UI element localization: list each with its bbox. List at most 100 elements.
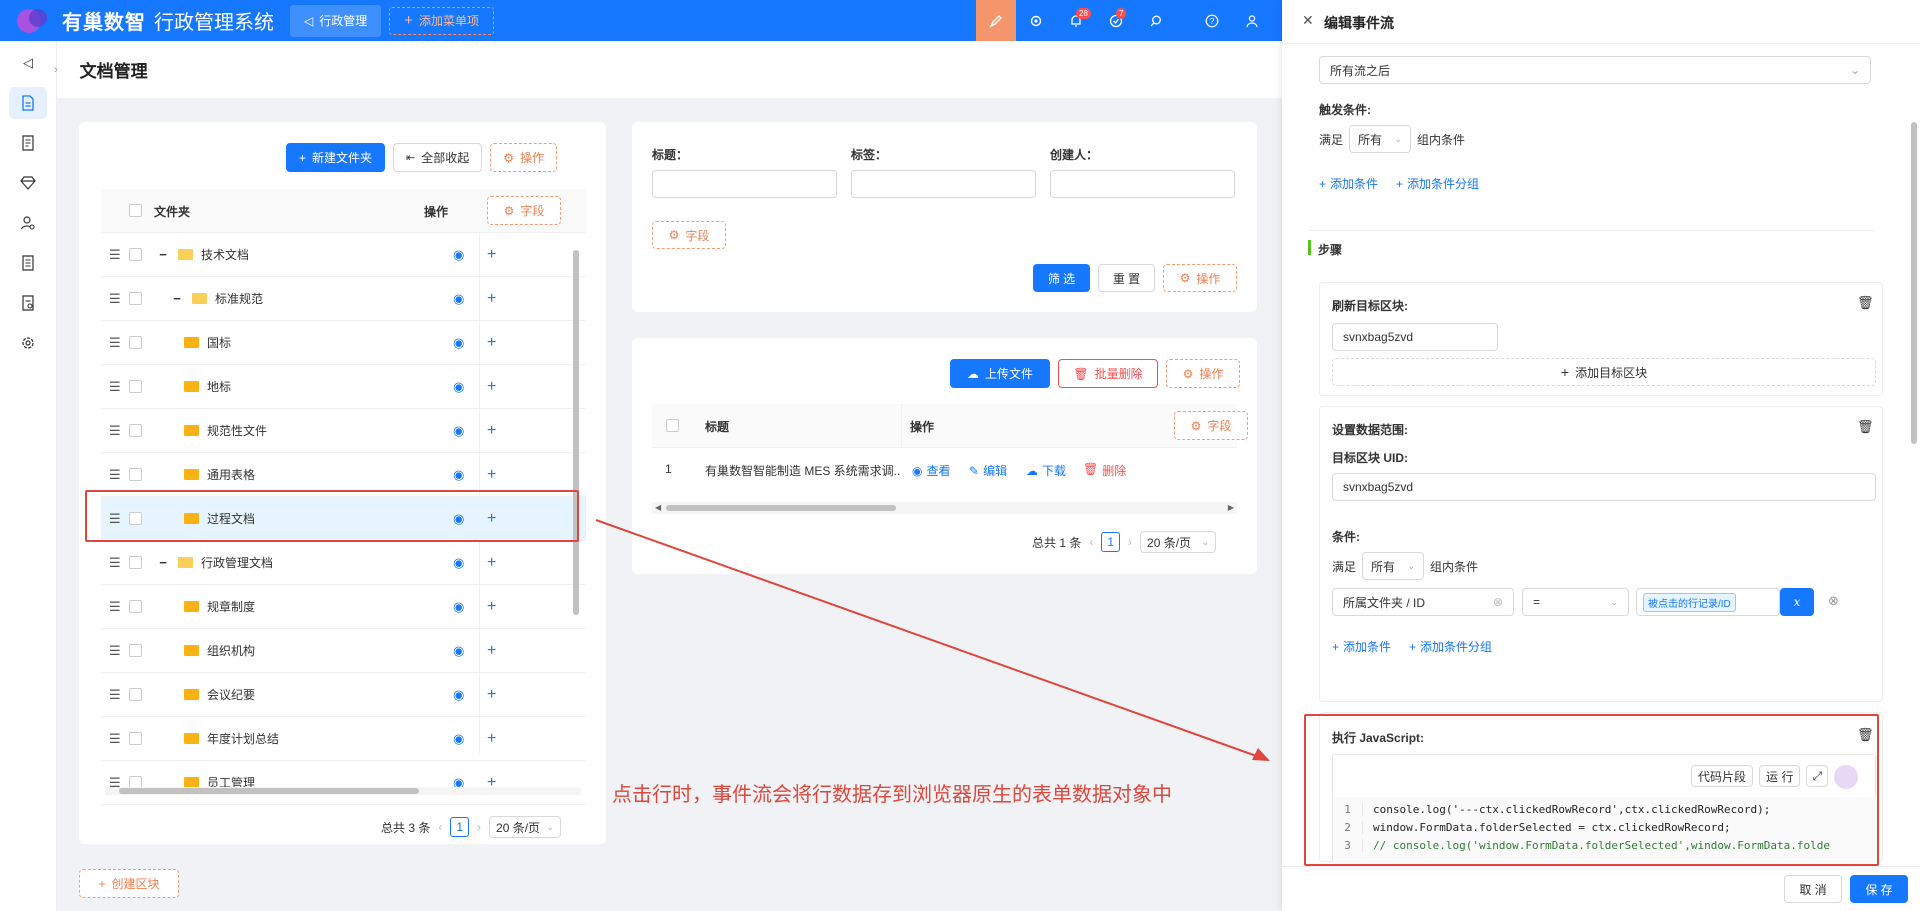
add-child-icon[interactable]: + <box>487 642 496 660</box>
folder-row[interactable]: ☰ 组织机构 ◉ + <box>101 629 586 673</box>
folder-row[interactable]: ☰ − 行政管理文档 ◉ + <box>101 541 586 585</box>
filter-button[interactable]: 筛 选 <box>1033 264 1090 292</box>
collapse-toggle-icon[interactable]: − <box>156 247 170 262</box>
gear-icon[interactable] <box>1016 0 1056 41</box>
horizontal-scrollbar[interactable] <box>105 787 581 795</box>
filter-ops-button[interactable]: ⚙ 操作 <box>1163 264 1237 292</box>
sidebar-item-assets[interactable] <box>9 167 47 199</box>
sidebar-item-notice[interactable]: ◁ <box>9 47 47 79</box>
trash-icon[interactable]: 🗑 <box>1857 295 1874 311</box>
select-all-checkbox[interactable] <box>129 204 142 217</box>
add-child-icon[interactable]: + <box>487 422 496 440</box>
clear-icon[interactable]: ⊗ <box>1493 595 1503 609</box>
target-block-input[interactable]: svnxbag5zvd <box>1332 323 1498 351</box>
eye-icon[interactable]: ◉ <box>453 423 464 439</box>
eye-icon[interactable]: ◉ <box>453 247 464 263</box>
eye-icon[interactable]: ◉ <box>453 291 464 307</box>
drag-handle-icon[interactable]: ☰ <box>109 555 123 571</box>
add-child-icon[interactable]: + <box>487 554 496 572</box>
add-child-icon[interactable]: + <box>487 334 496 352</box>
trash-icon[interactable]: 🗑 <box>1857 419 1874 435</box>
row-checkbox[interactable] <box>129 688 142 701</box>
cancel-button[interactable]: 取 消 <box>1784 875 1842 903</box>
close-icon[interactable]: ✕ <box>1302 12 1314 29</box>
row-checkbox[interactable] <box>129 600 142 613</box>
sidebar-item-forms[interactable] <box>9 127 47 159</box>
drag-handle-icon[interactable]: ☰ <box>109 467 123 483</box>
match-all-select[interactable]: 所有 ⌄ <box>1362 552 1425 580</box>
tag-filter-input[interactable] <box>851 170 1036 198</box>
condition-value-input[interactable]: 被点击的行记录/ID <box>1636 588 1780 616</box>
variable-button[interactable]: x <box>1780 588 1814 616</box>
add-child-icon[interactable]: + <box>487 378 496 396</box>
eye-icon[interactable]: ◉ <box>453 687 464 703</box>
user-icon[interactable] <box>1232 0 1272 41</box>
add-child-icon[interactable]: + <box>487 730 496 748</box>
page-size-select[interactable]: 20 条/页 ⌄ <box>489 816 562 838</box>
task-icon[interactable]: 7 <box>1096 0 1136 41</box>
row-checkbox[interactable] <box>129 424 142 437</box>
sidebar-item-documents[interactable] <box>9 87 47 119</box>
collapse-chevron-icon[interactable]: › <box>54 64 58 76</box>
creator-filter-input[interactable] <box>1050 170 1235 198</box>
prev-page-icon[interactable]: ‹ <box>438 820 442 834</box>
page-number[interactable]: 1 <box>450 817 470 837</box>
folder-row[interactable]: ☰ − 技术文档 ◉ + <box>101 233 586 277</box>
row-checkbox[interactable] <box>129 336 142 349</box>
download-link[interactable]: ☁ 下载 <box>1026 462 1066 479</box>
reset-button[interactable]: 重 置 <box>1098 264 1155 292</box>
drawer-scrollbar[interactable] <box>1910 48 1918 868</box>
eye-icon[interactable]: ◉ <box>453 335 464 351</box>
sidebar-item-settings[interactable] <box>9 327 47 359</box>
drag-handle-icon[interactable]: ☰ <box>109 599 123 615</box>
eye-icon[interactable]: ◉ <box>453 643 464 659</box>
add-condition-group-link[interactable]: + 添加条件分组 <box>1396 175 1479 192</box>
row-checkbox[interactable] <box>129 248 142 261</box>
drag-handle-icon[interactable]: ☰ <box>109 423 123 439</box>
collapse-all-button[interactable]: ⇤ 全部收起 <box>393 143 483 172</box>
row-checkbox[interactable] <box>129 380 142 393</box>
create-block-button[interactable]: + 创建区块 <box>79 869 179 898</box>
add-child-icon[interactable]: + <box>487 290 496 308</box>
nav-tab-admin[interactable]: ◁ 行政管理 <box>290 4 382 37</box>
eye-icon[interactable]: ◉ <box>453 467 464 483</box>
select-all-files-checkbox[interactable] <box>666 419 679 432</box>
operator-select[interactable]: = ⌄ <box>1522 588 1629 616</box>
condition-field-select[interactable]: 所属文件夹 / ID ⊗ <box>1332 588 1514 616</box>
sidebar-item-reports[interactable] <box>9 287 47 319</box>
row-checkbox[interactable] <box>129 732 142 745</box>
delete-link[interactable]: 🗑 删除 <box>1083 462 1126 479</box>
eye-icon[interactable]: ◉ <box>453 379 464 395</box>
remove-condition-icon[interactable]: ⊗ <box>1828 593 1839 609</box>
next-page-icon[interactable]: › <box>477 820 481 834</box>
drag-handle-icon[interactable]: ☰ <box>109 335 123 351</box>
collapse-toggle-icon[interactable]: − <box>156 555 170 570</box>
drag-handle-icon[interactable]: ☰ <box>109 247 123 263</box>
view-link[interactable]: ◉ 查看 <box>912 462 951 479</box>
add-menu-item-button[interactable]: + 添加菜单项 <box>389 6 495 35</box>
add-target-block-button[interactable]: + 添加目标区块 <box>1332 358 1876 386</box>
filter-fields-button[interactable]: ⚙ 字段 <box>652 221 726 249</box>
folder-row[interactable]: ☰ 国标 ◉ + <box>101 321 586 365</box>
add-child-icon[interactable]: + <box>487 686 496 704</box>
upload-file-button[interactable]: ☁ 上传文件 <box>950 359 1050 388</box>
file-row[interactable]: 1 有巢数智智能制造 MES 系统需求调... ◉ 查看 ✎ 编辑 ☁ 下载 🗑 删除 <box>652 448 1237 492</box>
folder-row[interactable]: ☰ − 标准规范 ◉ + <box>101 277 586 321</box>
drag-handle-icon[interactable]: ☰ <box>109 687 123 703</box>
folder-row[interactable]: ☰ 地标 ◉ + <box>101 365 586 409</box>
eye-icon[interactable]: ◉ <box>453 599 464 615</box>
folder-fields-button[interactable]: ⚙ 字段 <box>487 196 561 225</box>
sidebar-item-people[interactable] <box>9 207 47 239</box>
save-button[interactable]: 保 存 <box>1850 875 1908 903</box>
match-all-select[interactable]: 所有 ⌄ <box>1349 125 1412 153</box>
folder-row[interactable]: ☰ 会议纪要 ◉ + <box>101 673 586 717</box>
folder-ops-button[interactable]: ⚙ 操作 <box>490 143 558 172</box>
folder-row[interactable]: ☰ 年度计划总结 ◉ + <box>101 717 586 761</box>
logo[interactable]: 有巢数智 行政管理系统 <box>14 6 274 36</box>
add-child-icon[interactable]: + <box>487 246 496 264</box>
file-ops-button[interactable]: ⚙ 操作 <box>1166 359 1240 388</box>
ui-editor-icon[interactable] <box>976 0 1016 41</box>
drag-handle-icon[interactable]: ☰ <box>109 379 123 395</box>
add-condition-link[interactable]: + 添加条件 <box>1332 638 1391 655</box>
drag-handle-icon[interactable]: ☰ <box>109 643 123 659</box>
